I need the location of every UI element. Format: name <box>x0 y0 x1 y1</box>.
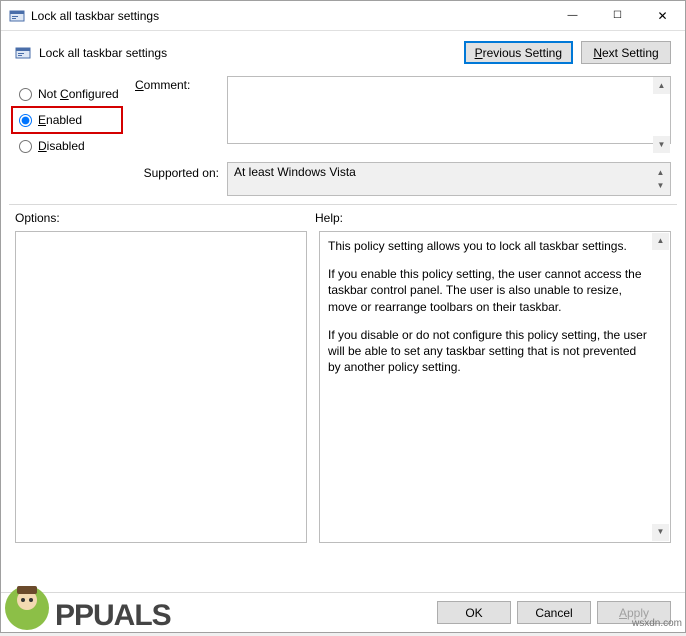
radio-not-configured-input[interactable] <box>19 88 32 101</box>
policy-icon <box>15 45 31 61</box>
policy-name: Lock all taskbar settings <box>39 46 464 60</box>
header-row: Lock all taskbar settings Previous Setti… <box>1 31 685 68</box>
supported-value: At least Windows Vista <box>234 165 356 179</box>
help-p1: This policy setting allows you to lock a… <box>328 238 650 254</box>
nav-buttons: Previous Setting Next Setting <box>464 41 671 64</box>
comment-input[interactable] <box>227 76 671 144</box>
comment-col: Comment: ▲ ▼ <box>135 76 671 158</box>
titlebar: Lock all taskbar settings — ☐ ✕ <box>1 1 685 31</box>
scroll-down-icon[interactable]: ▼ <box>652 177 669 194</box>
help-p2: If you enable this policy setting, the u… <box>328 266 650 315</box>
minimize-button[interactable]: — <box>550 1 595 30</box>
state-radio-group: Not Configured Enabled Disabled <box>15 76 135 158</box>
supported-label: Supported on: <box>15 162 219 180</box>
next-rest: ext Setting <box>602 46 659 60</box>
origin-text: wsxdn.com <box>632 618 682 629</box>
maximize-button[interactable]: ☐ <box>595 1 640 30</box>
previous-rest: revious Setting <box>483 46 562 60</box>
radio-enabled[interactable]: Enabled <box>15 108 86 132</box>
radio-disabled[interactable]: Disabled <box>15 134 135 158</box>
supported-value-box: At least Windows Vista ▲ ▼ <box>227 162 671 196</box>
radio-not-configured-label: Not Configured <box>38 87 119 101</box>
radio-enabled-input[interactable] <box>19 114 32 127</box>
close-button[interactable]: ✕ <box>640 1 685 30</box>
radio-enabled-label: Enabled <box>38 113 82 127</box>
next-u: N <box>593 46 602 60</box>
policy-icon <box>9 8 25 24</box>
previous-u: P <box>475 46 483 60</box>
scroll-down-icon[interactable]: ▼ <box>652 524 669 541</box>
help-pane: This policy setting allows you to lock a… <box>319 231 671 543</box>
scroll-up-icon[interactable]: ▲ <box>653 77 670 94</box>
state-area: Not Configured Enabled Disabled Comment:… <box>1 68 685 158</box>
radio-not-configured[interactable]: Not Configured <box>15 82 135 106</box>
radio-disabled-input[interactable] <box>19 140 32 153</box>
options-pane <box>15 231 307 543</box>
dialog-window: Lock all taskbar settings — ☐ ✕ Lock all… <box>0 0 686 633</box>
enabled-highlight: Enabled <box>11 106 123 134</box>
ok-button[interactable]: OK <box>437 601 511 624</box>
comment-label: Comment: <box>135 76 219 158</box>
window-title: Lock all taskbar settings <box>31 9 550 23</box>
mid-labels: Options: Help: <box>1 211 685 231</box>
help-label: Help: <box>315 211 671 225</box>
panes: This policy setting allows you to lock a… <box>1 231 685 592</box>
window-controls: — ☐ ✕ <box>550 1 685 30</box>
previous-setting-button[interactable]: Previous Setting <box>464 41 573 64</box>
help-p3: If you disable or do not configure this … <box>328 327 650 376</box>
apply-u: A <box>619 606 627 620</box>
scroll-down-icon[interactable]: ▼ <box>653 136 670 153</box>
next-setting-button[interactable]: Next Setting <box>581 41 671 64</box>
comment-wrap: ▲ ▼ <box>227 76 671 158</box>
supported-row: Supported on: At least Windows Vista ▲ ▼ <box>1 158 685 204</box>
bottom-bar: OK Cancel Apply <box>1 592 685 632</box>
divider <box>9 204 677 205</box>
radio-disabled-label: Disabled <box>38 139 85 153</box>
scroll-up-icon[interactable]: ▲ <box>652 233 669 250</box>
options-label: Options: <box>15 211 315 225</box>
cancel-button[interactable]: Cancel <box>517 601 591 624</box>
